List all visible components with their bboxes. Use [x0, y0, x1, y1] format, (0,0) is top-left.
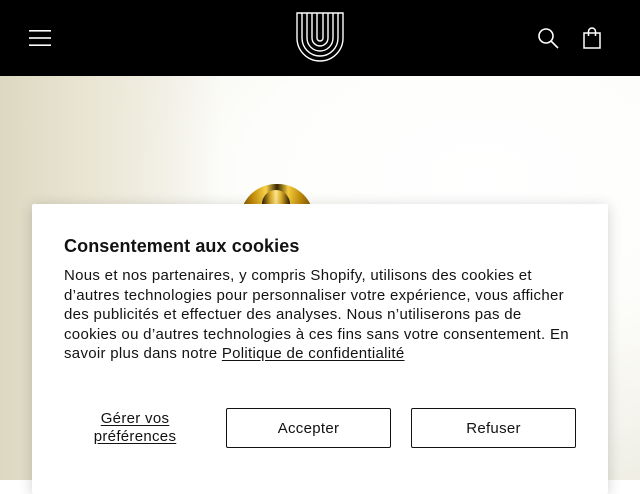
cookie-consent-dialog: Consentement aux cookies Nous et nos par…	[32, 204, 608, 494]
cookie-dialog-body: Nous et nos partenaires, y compris Shopi…	[64, 266, 576, 364]
refuse-button[interactable]: Refuser	[411, 408, 576, 448]
privacy-policy-link[interactable]: Politique de confidentialité	[222, 345, 405, 362]
manage-preferences-link[interactable]: Gérer vos préférences	[64, 410, 206, 446]
hamburger-menu-icon	[29, 30, 51, 46]
accept-button[interactable]: Accepter	[226, 408, 391, 448]
search-button[interactable]	[534, 24, 562, 52]
cookie-dialog-title: Consentement aux cookies	[64, 236, 300, 256]
site-header	[0, 0, 640, 76]
brand-logo[interactable]	[295, 12, 345, 62]
menu-button[interactable]	[24, 24, 56, 52]
search-icon	[538, 28, 559, 49]
cart-button[interactable]	[578, 24, 606, 52]
logo-icon	[296, 12, 344, 62]
shopping-bag-icon	[583, 27, 601, 49]
